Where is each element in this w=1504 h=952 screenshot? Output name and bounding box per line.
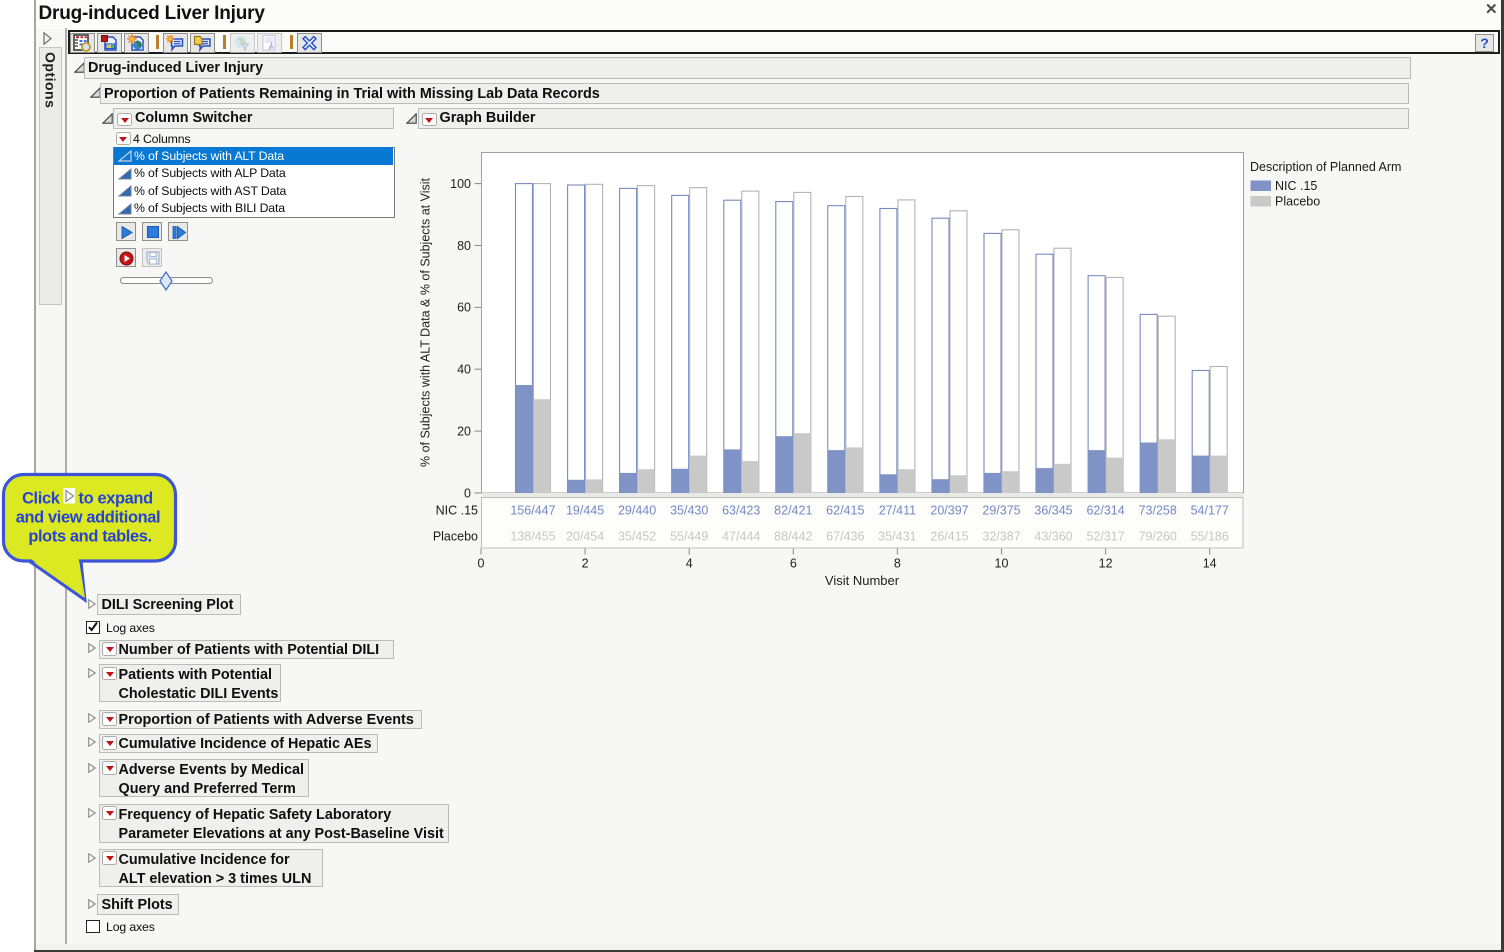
svg-text:67/436: 67/436	[826, 530, 864, 544]
svg-text:27/411: 27/411	[879, 504, 916, 518]
svg-text:29/375: 29/375	[982, 504, 1020, 518]
svg-text:62/415: 62/415	[826, 504, 864, 518]
svg-text:20: 20	[457, 424, 471, 438]
svg-text:35/452: 35/452	[618, 530, 656, 544]
svg-text:55/449: 55/449	[670, 530, 708, 544]
svg-text:10: 10	[995, 557, 1009, 571]
svg-text:4: 4	[686, 557, 693, 571]
svg-text:20/454: 20/454	[566, 530, 604, 544]
svg-text:80: 80	[457, 239, 471, 253]
svg-text:8: 8	[894, 557, 901, 571]
svg-text:Visit Number: Visit Number	[825, 573, 900, 588]
svg-text:14: 14	[1203, 557, 1217, 571]
svg-text:NIC .15: NIC .15	[1275, 179, 1317, 193]
svg-text:100: 100	[450, 177, 471, 191]
svg-text:35/430: 35/430	[670, 504, 708, 518]
svg-text:26/415: 26/415	[930, 530, 968, 544]
svg-text:36/345: 36/345	[1034, 504, 1072, 518]
svg-text:Placebo: Placebo	[1275, 195, 1320, 209]
svg-text:52/317: 52/317	[1086, 530, 1124, 544]
svg-text:73/258: 73/258	[1139, 504, 1177, 518]
svg-text:47/444: 47/444	[722, 530, 760, 544]
svg-text:0: 0	[464, 486, 471, 500]
svg-text:12: 12	[1099, 557, 1113, 571]
svg-text:NIC .15: NIC .15	[436, 504, 478, 518]
svg-text:35/431: 35/431	[878, 530, 916, 544]
svg-text:40: 40	[457, 363, 471, 377]
svg-text:20/397: 20/397	[930, 504, 968, 518]
svg-text:54/177: 54/177	[1191, 504, 1229, 518]
svg-text:79/260: 79/260	[1139, 530, 1177, 544]
svg-text:Description of Planned Arm: Description of Planned Arm	[1250, 160, 1401, 174]
svg-text:and view additional: and view additional	[16, 509, 161, 527]
svg-text:29/440: 29/440	[618, 504, 656, 518]
svg-text:Click: Click	[22, 490, 61, 508]
svg-text:Placebo: Placebo	[433, 530, 478, 544]
svg-text:plots and tables.: plots and tables.	[28, 528, 151, 546]
svg-text:63/423: 63/423	[722, 504, 760, 518]
svg-text:82/421: 82/421	[774, 504, 812, 518]
svg-text:% of Subjects with ALT Data &: % of Subjects with ALT Data & % of Subje…	[419, 177, 433, 467]
svg-text:88/442: 88/442	[774, 530, 812, 544]
svg-text:62/314: 62/314	[1086, 504, 1124, 518]
svg-text:55/186: 55/186	[1191, 530, 1229, 544]
svg-text:138/455: 138/455	[510, 530, 555, 544]
svg-text:43/360: 43/360	[1034, 530, 1072, 544]
svg-text:0: 0	[478, 557, 485, 571]
svg-text:6: 6	[790, 557, 797, 571]
svg-text:2: 2	[582, 557, 589, 571]
svg-text:19/445: 19/445	[566, 504, 604, 518]
svg-text:to expand: to expand	[79, 490, 153, 508]
svg-text:32/387: 32/387	[982, 530, 1020, 544]
svg-text:60: 60	[457, 301, 471, 315]
svg-text:156/447: 156/447	[510, 504, 555, 518]
